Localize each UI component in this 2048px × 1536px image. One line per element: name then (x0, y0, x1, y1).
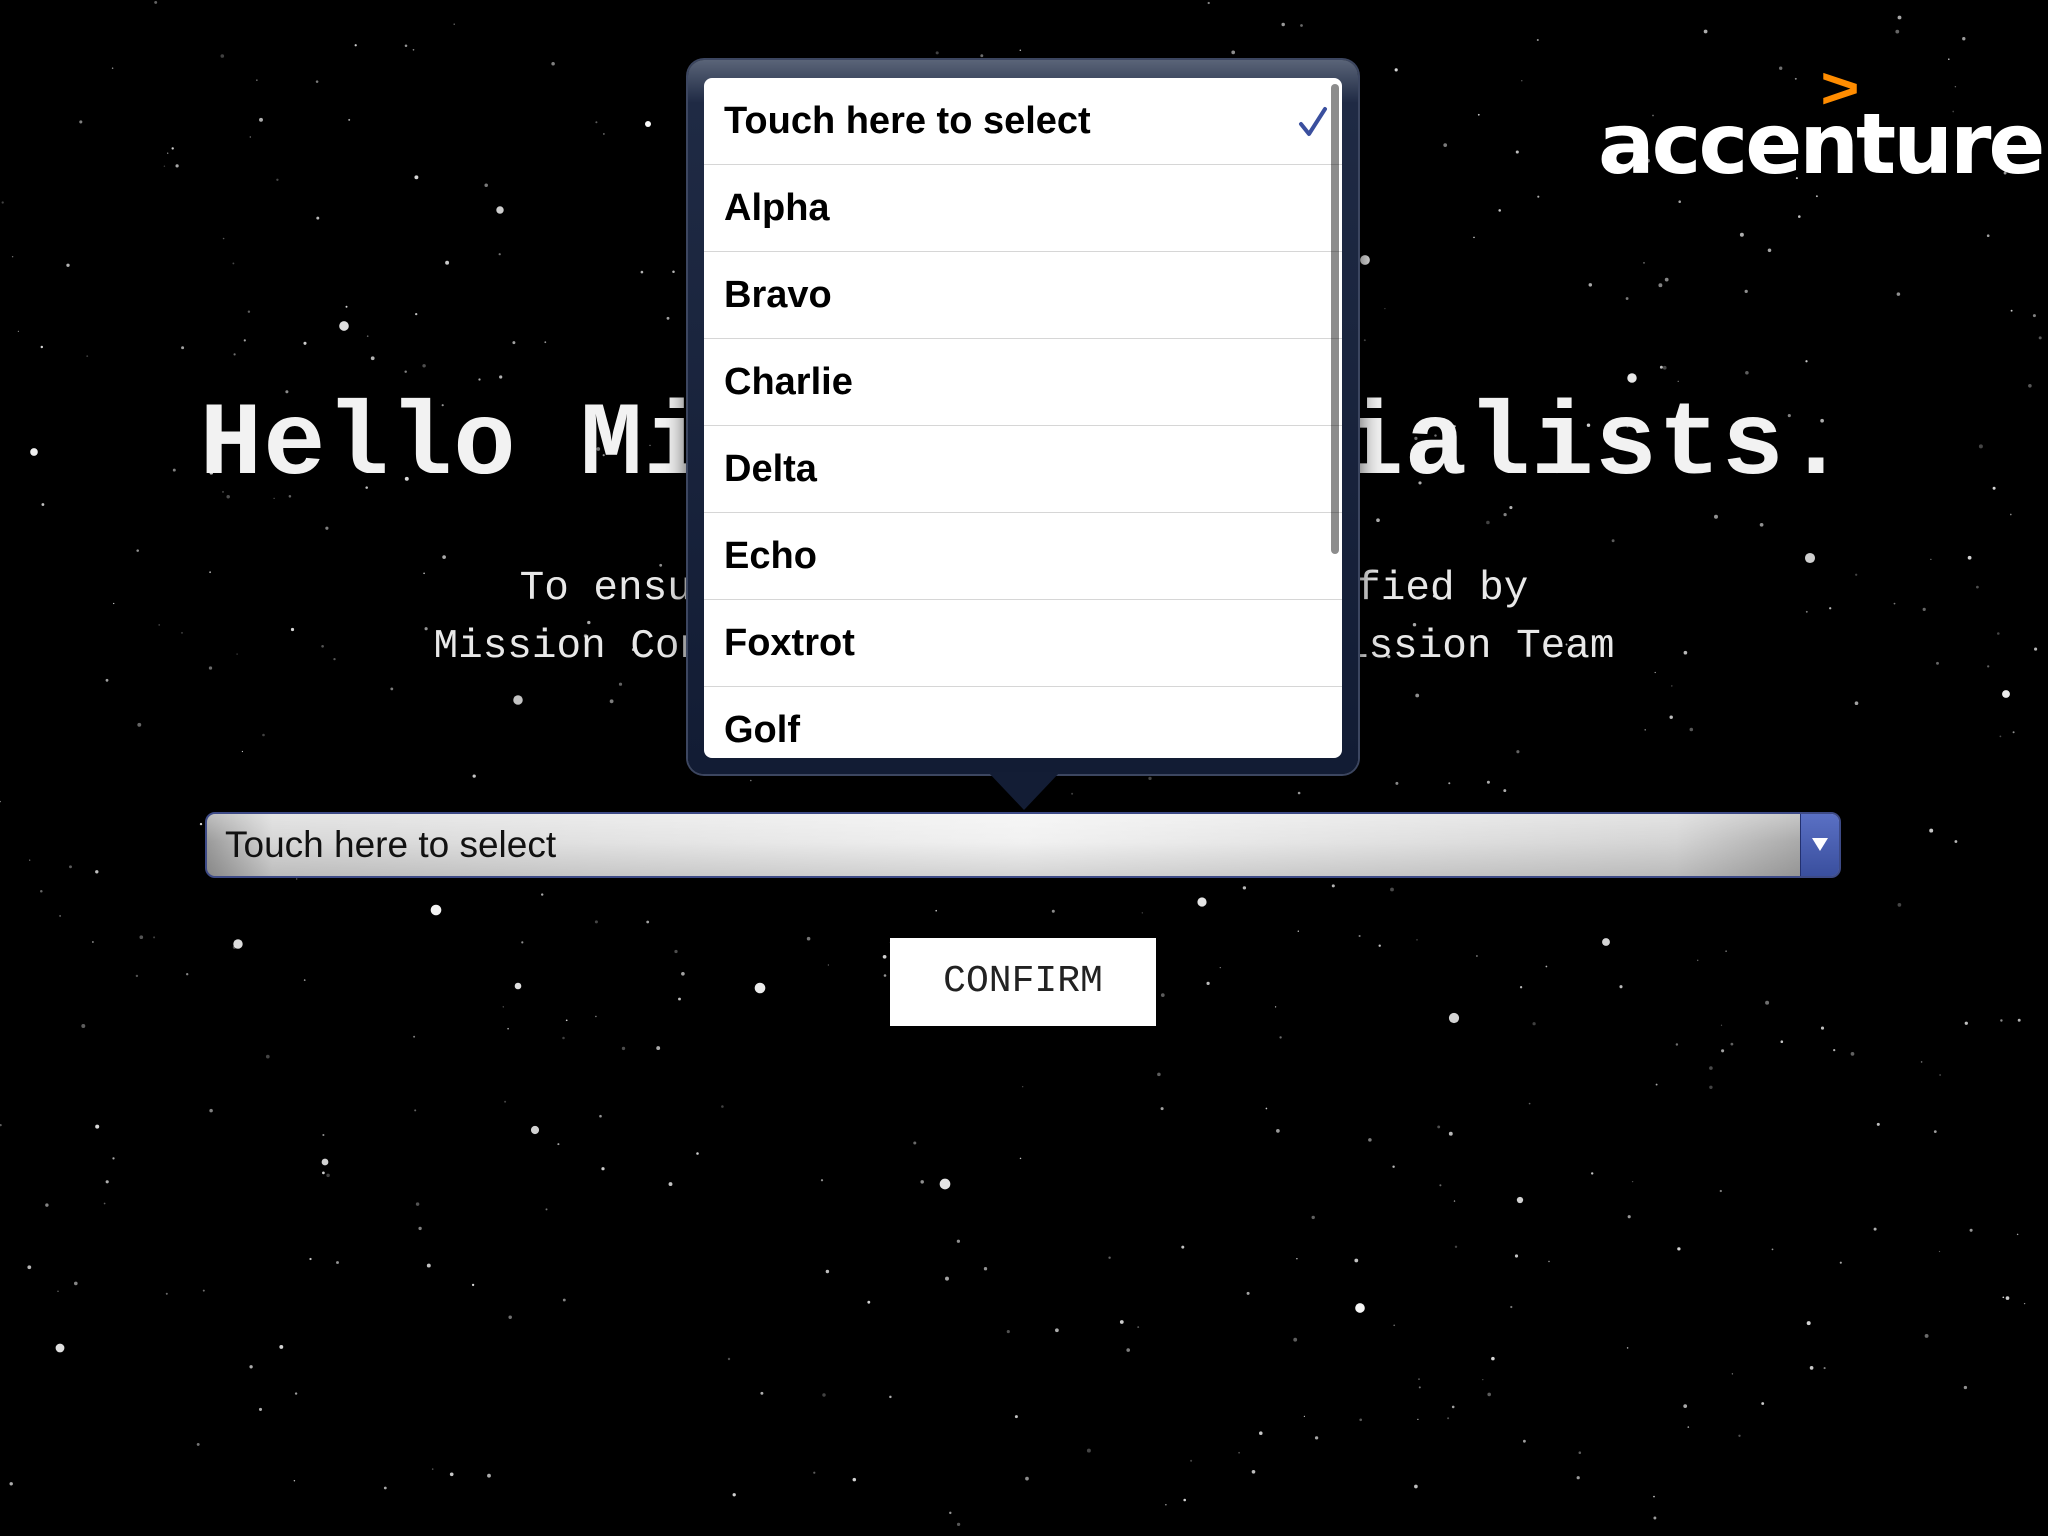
popover-pointer (988, 772, 1060, 810)
team-option-golf[interactable]: Golf (704, 687, 1342, 758)
checkmark-icon (1299, 107, 1327, 136)
team-option-list[interactable]: Touch here to select Alpha Bravo Charlie… (704, 78, 1342, 758)
team-option-alpha[interactable]: Alpha (704, 165, 1342, 252)
option-label: Golf (724, 709, 800, 751)
option-label: Charlie (724, 361, 853, 403)
option-label: Delta (724, 448, 817, 490)
team-picker-popover: Touch here to select Alpha Bravo Charlie… (688, 60, 1358, 774)
accenture-logo: > accenture (1598, 60, 2045, 194)
confirm-button[interactable]: CONFIRM (890, 938, 1156, 1026)
team-option-foxtrot[interactable]: Foxtrot (704, 600, 1342, 687)
option-label: Foxtrot (724, 622, 855, 664)
option-label: Echo (724, 535, 817, 577)
team-option-delta[interactable]: Delta (704, 426, 1342, 513)
option-label: Alpha (724, 187, 830, 229)
team-select-dropdown[interactable]: Touch here to select (205, 812, 1841, 878)
logo-wordmark: accenture (1598, 95, 2045, 193)
team-option-charlie[interactable]: Charlie (704, 339, 1342, 426)
triangle-down-icon[interactable] (1800, 814, 1839, 876)
option-label: Touch here to select (724, 100, 1091, 142)
team-select-value: Touch here to select (225, 824, 557, 865)
list-scrollbar[interactable] (1331, 84, 1339, 554)
option-label: Bravo (724, 274, 832, 316)
team-option-bravo[interactable]: Bravo (704, 252, 1342, 339)
team-option-placeholder[interactable]: Touch here to select (704, 78, 1342, 165)
team-option-echo[interactable]: Echo (704, 513, 1342, 600)
